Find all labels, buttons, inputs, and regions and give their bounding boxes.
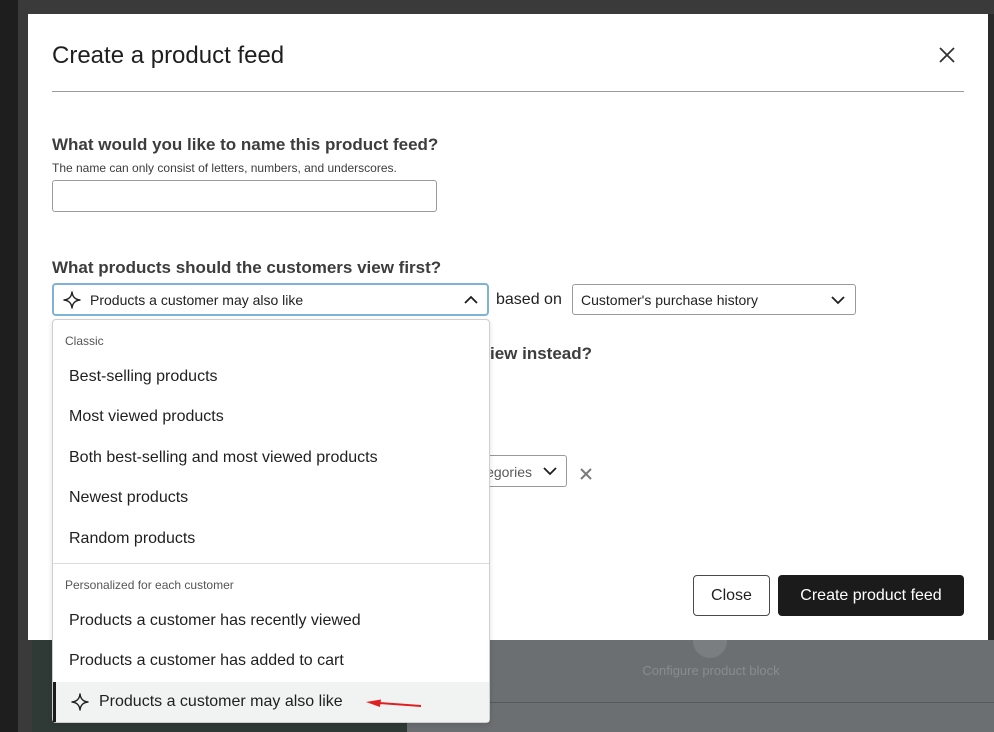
basis-select-value: Customer's purchase history (581, 291, 758, 308)
feed-name-input[interactable] (52, 180, 437, 212)
option-may-also-like[interactable]: Products a customer may also like (53, 682, 489, 722)
chevron-up-icon (464, 295, 478, 304)
group-separator (53, 563, 489, 564)
products-question: What products should the customers view … (52, 258, 442, 277)
basis-select[interactable]: Customer's purchase history (572, 284, 856, 315)
option-added-to-cart[interactable]: Products a customer has added to cart (53, 641, 489, 681)
based-on-label: based on (496, 291, 562, 308)
option-recently-viewed[interactable]: Products a customer has recently viewed (53, 601, 489, 641)
name-question: What would you like to name this product… (52, 135, 439, 154)
group-label-classic: Classic (65, 334, 104, 348)
sparkle-icon (63, 290, 81, 309)
name-help-text: The name can only consist of letters, nu… (52, 161, 397, 175)
scroll-strip (988, 14, 994, 640)
header-divider (52, 91, 964, 92)
option-most-viewed[interactable]: Most viewed products (53, 397, 489, 437)
group-label-personalized: Personalized for each customer (65, 578, 234, 592)
modal-title: Create a product feed (52, 42, 285, 69)
close-button[interactable]: Close (693, 575, 770, 616)
annotation-arrow-icon (366, 699, 422, 707)
option-may-also-like-label: Products a customer may also like (99, 693, 343, 710)
chevron-down-icon (543, 467, 557, 476)
products-dropdown-menu: Classic Best-selling products Most viewe… (52, 319, 490, 723)
category-select-value: egories (486, 464, 532, 480)
sparkle-icon (71, 693, 89, 711)
configure-product-block-label: Configure product block (642, 663, 780, 678)
option-best-selling[interactable]: Best-selling products (53, 357, 489, 397)
option-both[interactable]: Both best-selling and most viewed produc… (53, 438, 489, 478)
create-product-feed-button[interactable]: Create product feed (778, 575, 964, 616)
products-select-value: Products a customer may also like (90, 291, 304, 308)
products-select[interactable]: Products a customer may also like (52, 283, 489, 316)
backdrop-left (0, 0, 18, 732)
close-icon[interactable] (936, 44, 958, 66)
alternative-question: iew instead? (490, 344, 593, 363)
chevron-down-icon (831, 296, 845, 305)
backdrop-divider (407, 702, 994, 703)
option-random[interactable]: Random products (53, 519, 489, 559)
option-newest[interactable]: Newest products (53, 478, 489, 518)
remove-icon[interactable] (579, 467, 593, 481)
